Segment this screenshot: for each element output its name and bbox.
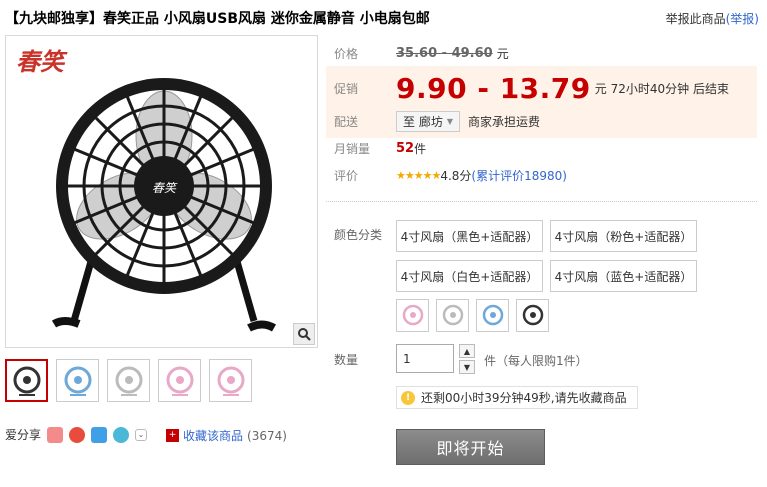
magnifier-icon[interactable]: [293, 323, 315, 345]
report-action[interactable]: (举报): [726, 12, 759, 26]
price-row: 价格 35.60 - 49.60 元: [334, 45, 509, 62]
divider: [326, 201, 757, 202]
buy-button[interactable]: 即将开始: [396, 429, 545, 465]
reviews-link[interactable]: (累计评价18980): [471, 167, 567, 184]
swatch-black[interactable]: [516, 299, 549, 332]
product-title: 【九块邮独享】春笑正品 小风扇USB风扇 迷你金属静音 小电扇包邮: [5, 11, 430, 27]
shipping-info: 商家承担运费: [467, 115, 540, 129]
share-sina-icon[interactable]: [69, 426, 86, 443]
countdown-tip: ! 还剩00小时39分钟49秒,请先收藏商品: [396, 386, 638, 409]
original-price: 35.60 - 49.60: [396, 46, 493, 61]
share-qzone-icon[interactable]: [91, 426, 108, 443]
main-product-image[interactable]: 春笑 春笑: [5, 35, 318, 348]
thumbnail-5[interactable]: [209, 359, 252, 402]
price-label: 价格: [334, 47, 359, 61]
quantity-decrease-button[interactable]: ▼: [459, 360, 475, 374]
rating-score: 4.8分: [440, 169, 472, 183]
share-tqq-icon[interactable]: [113, 426, 130, 443]
thumbnail-2[interactable]: [56, 359, 99, 402]
rating-label: 评价: [334, 169, 359, 183]
sales-label: 月销量: [334, 142, 371, 156]
sku-label: 颜色分类: [334, 228, 383, 242]
sku-option-blue[interactable]: 4寸风扇（蓝色+适配器）: [550, 260, 697, 292]
chevron-down-icon: ▼: [446, 117, 453, 126]
thumbnail-1[interactable]: [5, 359, 48, 402]
quantity-increase-button[interactable]: ▲: [459, 344, 475, 358]
share-weibo-icon[interactable]: [47, 426, 64, 443]
promo-countdown: 元 72小时40分钟 后结束: [594, 82, 729, 96]
thumbnail-3[interactable]: [107, 359, 150, 402]
rating-row: 评价 ★★★★★ 4.8分 (累计评价18980): [334, 167, 567, 184]
sales-unit: 件: [414, 142, 427, 156]
report-link[interactable]: 举报此商品(举报): [666, 10, 759, 27]
price-unit: 元: [496, 47, 509, 61]
location-selector[interactable]: 至 廊坊 ▼: [396, 111, 460, 132]
lightbulb-icon: !: [401, 390, 415, 405]
swatch-pink[interactable]: [396, 299, 429, 332]
promo-label: 促销: [334, 82, 359, 96]
share-more-icon[interactable]: ⌄: [135, 428, 148, 441]
share-row: 爱分享 ⌄: [5, 426, 148, 443]
quantity-label: 数量: [334, 353, 359, 367]
favorite[interactable]: + 收藏该商品 (3674): [166, 427, 287, 444]
report-text: 举报此商品: [665, 12, 726, 26]
sku-swatches: [396, 299, 549, 332]
quantity-input[interactable]: [396, 344, 454, 373]
share-label: 爱分享: [5, 428, 42, 442]
favorite-icon: +: [166, 429, 179, 442]
delivery-label: 配送: [334, 115, 359, 129]
sales-row: 月销量 52 件: [334, 140, 426, 157]
sku-option-white[interactable]: 4寸风扇（白色+适配器）: [396, 260, 543, 292]
sku-option-black[interactable]: 4寸风扇（黑色+适配器）: [396, 220, 543, 252]
sales-value: 52: [396, 141, 415, 156]
tip-text: 还剩00小时39分钟49秒,请先收藏商品: [421, 391, 627, 405]
delivery-row: 配送 至 廊坊 ▼ 商家承担运费: [334, 111, 540, 132]
quantity-limit: 件（每人限购1件）: [484, 354, 588, 368]
favorite-link[interactable]: 收藏该商品: [183, 427, 243, 444]
fan-image: 春笑: [51, 78, 277, 332]
thumbnail-strip: [5, 359, 252, 402]
promo-row: 促销 9.90 - 13.79 元 72小时40分钟 后结束: [334, 72, 729, 105]
favorite-count: (3674): [247, 428, 287, 443]
promo-price: 9.90 - 13.79: [396, 72, 591, 105]
svg-text:春笑: 春笑: [152, 181, 178, 195]
swatch-blue[interactable]: [476, 299, 509, 332]
location-text: 至 廊坊: [403, 115, 443, 129]
star-rating-icon: ★★★★★: [396, 169, 441, 182]
thumbnail-4[interactable]: [158, 359, 201, 402]
swatch-white[interactable]: [436, 299, 469, 332]
sku-option-pink[interactable]: 4寸风扇（粉色+适配器）: [550, 220, 697, 252]
